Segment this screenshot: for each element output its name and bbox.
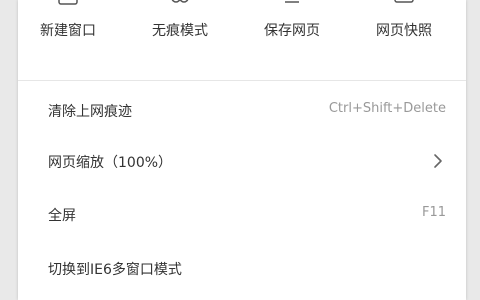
- new-window-label: 新建窗口: [40, 23, 96, 39]
- menu-item-label: 网页缩放（100%）: [48, 155, 173, 171]
- menu-item-switch-ie6[interactable]: 切换到IE6多窗口模式: [18, 248, 466, 288]
- menu-item-label: 清除上网痕迹: [48, 104, 132, 120]
- menu-item-page-zoom[interactable]: 网页缩放（100%）: [18, 141, 466, 181]
- page-snapshot-button[interactable]: 网页快照: [354, 0, 454, 58]
- new-window-icon: [58, 0, 78, 5]
- top-actions: 新建窗口 无痕模式 保存网页 网页快照: [18, 0, 466, 58]
- chevron-right-icon: [434, 154, 442, 168]
- browser-menu: 新建窗口 无痕模式 保存网页 网页快照 清除上网痕迹 Ctrl+Shift+De…: [18, 0, 466, 300]
- save-page-button[interactable]: 保存网页: [242, 0, 342, 58]
- incognito-mode-button[interactable]: 无痕模式: [130, 0, 230, 58]
- snapshot-icon: [394, 0, 414, 3]
- menu-item-label: 全屏: [48, 208, 76, 224]
- page-snapshot-label: 网页快照: [376, 23, 432, 39]
- new-window-button[interactable]: 新建窗口: [18, 0, 118, 58]
- shortcut-text: Ctrl+Shift+Delete: [328, 101, 446, 116]
- shortcut-text: F11: [421, 205, 446, 220]
- menu-item-clear-history[interactable]: 清除上网痕迹 Ctrl+Shift+Delete: [18, 90, 466, 130]
- incognito-icon: [171, 0, 189, 3]
- menu-item-label: 切换到IE6多窗口模式: [48, 262, 182, 278]
- save-page-icon: [285, 1, 299, 3]
- menu-item-fullscreen[interactable]: 全屏 F11: [18, 194, 466, 234]
- incognito-mode-label: 无痕模式: [152, 23, 208, 39]
- menu-separator: [18, 80, 466, 81]
- save-page-label: 保存网页: [264, 23, 320, 39]
